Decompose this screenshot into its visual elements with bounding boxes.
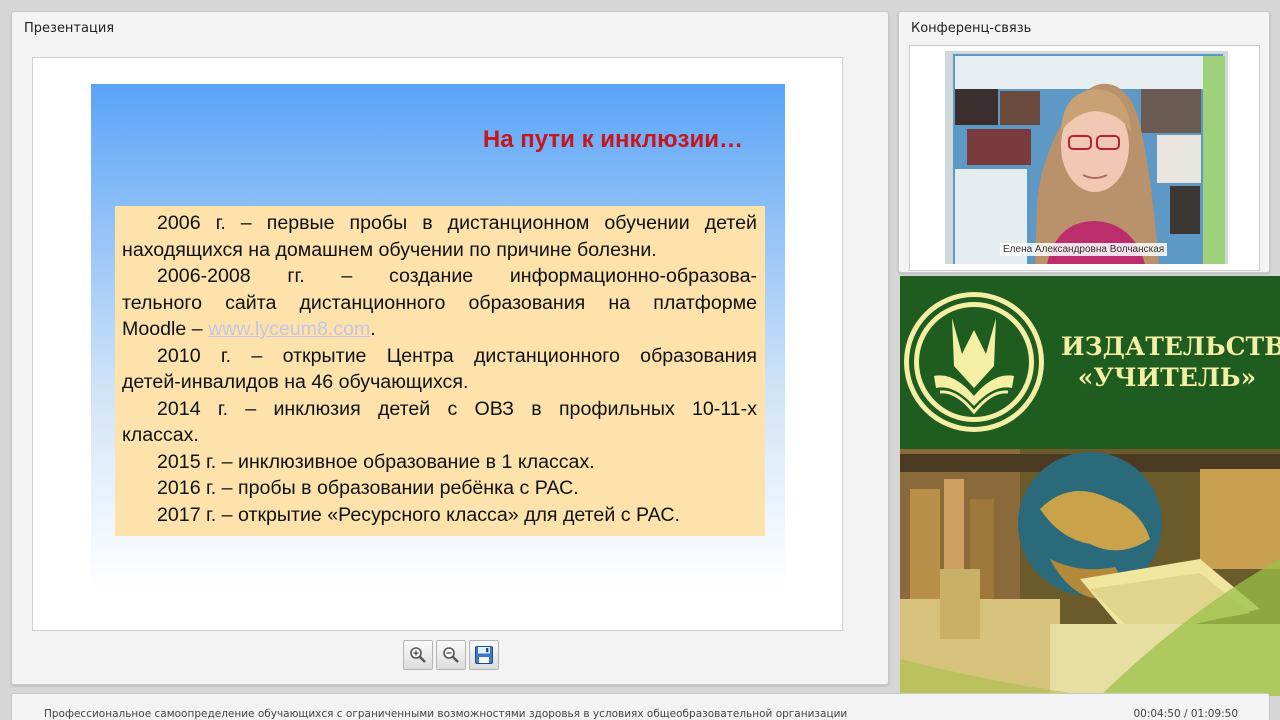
slide-viewer: На пути к инклюзии… 2006 г. – первые про… [32, 57, 843, 631]
slide-line-prefix: Moodle – [122, 318, 209, 340]
slide: На пути к инклюзии… 2006 г. – первые про… [91, 84, 785, 589]
webinar-title: Профессиональное самоопределение обучающ… [44, 708, 848, 720]
presentation-panel: Презентация На пути к инклюзии… 2006 г. … [11, 11, 889, 685]
slide-line: 2015 г. – инклюзивное образование в 1 кл… [157, 450, 595, 473]
zoom-out-button[interactable] [436, 640, 466, 670]
publisher-name-line1: ИЗДАТЕЛЬСТВО [1061, 332, 1280, 361]
publisher-logo-icon [904, 292, 1044, 432]
slide-line-suffix: . [370, 318, 376, 340]
video-frame: Елена Александровна Волчанская [909, 45, 1260, 271]
slide-website-link[interactable]: www.lyceum8.com [208, 318, 370, 340]
video-feed-image [945, 51, 1228, 264]
books-globe-image [900, 449, 1280, 696]
slide-line: 2014 г. – инклюзия детей с ОВЗ в профиль… [157, 397, 757, 420]
slide-text-box: 2006 г. – первые пробы в дистанционном о… [115, 206, 765, 536]
slide-line: находящихся на домашнем обучении по прич… [122, 238, 657, 261]
zoom-out-icon [443, 647, 459, 663]
slide-line: тельного сайта дистанционного образовани… [122, 291, 757, 314]
zoom-in-icon [410, 647, 426, 663]
presentation-panel-title: Презентация [24, 21, 115, 36]
slide-line: 2017 г. – открытие «Ресурсного класса» д… [157, 503, 680, 526]
slide-line: Moodle – www.lyceum8.com. [122, 316, 757, 343]
speaker-name-label: Елена Александровна Волчанская [1000, 243, 1168, 256]
slide-line: 2006 г. – первые пробы в дистанционном о… [157, 212, 757, 234]
footer-bar: Профессиональное самоопределение обучающ… [11, 693, 1270, 720]
conference-panel-title: Конференц-связь [911, 21, 1032, 36]
playback-time: 00:04:50 / 01:09:50 [1133, 708, 1238, 720]
slide-line: 2016 г. – пробы в образовании ребёнка с … [157, 477, 579, 499]
speaker-video[interactable]: Елена Александровна Волчанская [945, 51, 1228, 264]
floppy-disk-icon [475, 646, 493, 664]
save-button[interactable] [469, 640, 499, 670]
conference-panel: Конференц-связь Елена Александровна Волч… [898, 11, 1270, 273]
slide-title: На пути к инклюзии… [482, 126, 743, 153]
publisher-name: ИЗДАТЕЛЬСТВО «УЧИТЕЛЬ» [1061, 331, 1280, 393]
slide-line: детей-инвалидов на 46 обучающихся. [122, 371, 469, 393]
slide-line: 2010 г. – открытие Центра дистанционного… [157, 344, 757, 367]
slide-line: классах. [122, 424, 199, 446]
zoom-in-button[interactable] [403, 640, 433, 670]
banner-header: ИЗДАТЕЛЬСТВО «УЧИТЕЛЬ» [900, 276, 1280, 449]
slide-toolbar [403, 640, 499, 670]
publisher-name-line2: «УЧИТЕЛЬ» [1077, 363, 1257, 392]
publisher-banner: ИЗДАТЕЛЬСТВО «УЧИТЕЛЬ» [900, 276, 1280, 696]
slide-line: 2006-2008 гг. – создание информационно-о… [157, 265, 757, 287]
